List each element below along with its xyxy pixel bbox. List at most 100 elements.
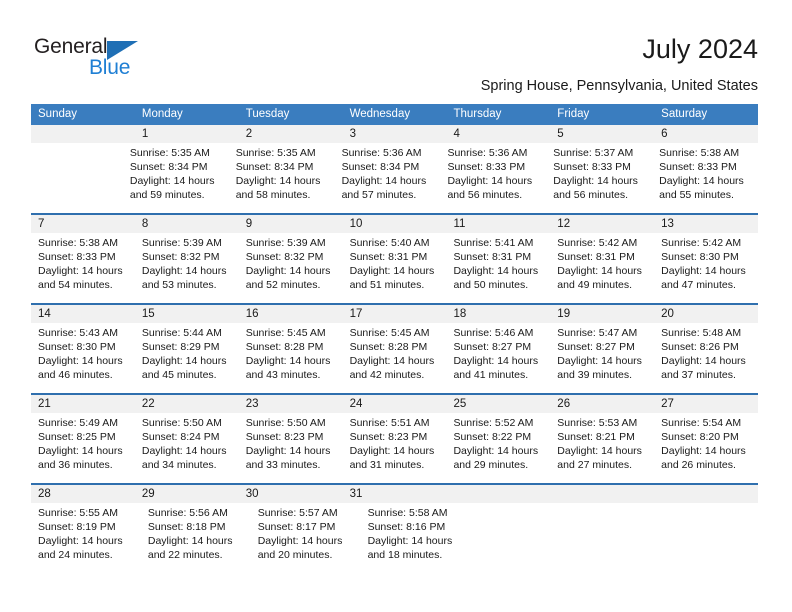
- week-daynumber-band: 14 15 16 17 18 19 20: [31, 305, 758, 323]
- day-cell[interactable]: Sunrise: 5:50 AM Sunset: 8:24 PM Daylight:…: [135, 413, 239, 483]
- day-number[interactable]: 12: [550, 215, 654, 233]
- day-number[interactable]: 10: [343, 215, 447, 233]
- day-sunset-text: Sunset: 8:26 PM: [661, 341, 739, 353]
- day-number[interactable]: 4: [446, 125, 550, 143]
- day-cell[interactable]: Sunrise: 5:39 AM Sunset: 8:32 PM Daylight:…: [135, 233, 239, 303]
- day-sunset-text: Sunset: 8:30 PM: [38, 341, 116, 353]
- weekday-header-tuesday: Tuesday: [245, 108, 290, 120]
- day-sunset-text: Sunset: 8:33 PM: [553, 161, 631, 173]
- day-cell[interactable]: Sunrise: 5:44 AM Sunset: 8:29 PM Daylight:…: [135, 323, 239, 393]
- day-daylight2-text: and 54 minutes.: [38, 279, 113, 291]
- day-sunset-text: Sunset: 8:22 PM: [453, 431, 532, 443]
- day-cell[interactable]: Sunrise: 5:38 AM Sunset: 8:33 PM Daylight:…: [652, 143, 758, 213]
- day-daylight2-text: and 55 minutes.: [659, 189, 734, 201]
- day-number[interactable]: 23: [239, 395, 343, 413]
- day-number[interactable]: 19: [550, 305, 654, 323]
- day-number[interactable]: 29: [135, 485, 239, 503]
- day-cell[interactable]: Sunrise: 5:53 AM Sunset: 8:21 PM Daylight:…: [550, 413, 654, 483]
- day-daylight1-text: Daylight: 14 hours: [453, 355, 539, 367]
- day-cell[interactable]: Sunrise: 5:42 AM Sunset: 8:31 PM Daylight:…: [550, 233, 654, 303]
- weekday-header-thursday: Thursday: [453, 108, 502, 120]
- day-sunrise-text: Sunrise: 5:36 AM: [447, 147, 528, 159]
- day-number[interactable]: 6: [654, 125, 758, 143]
- day-daylight1-text: Daylight: 14 hours: [557, 265, 642, 277]
- day-cell[interactable]: Sunrise: 5:45 AM Sunset: 8:28 PM Daylight:…: [343, 323, 447, 393]
- day-number[interactable]: 14: [31, 305, 135, 323]
- day-number[interactable]: 24: [343, 395, 447, 413]
- day-sunset-text: Sunset: 8:24 PM: [141, 431, 220, 443]
- day-cell[interactable]: Sunrise: 5:36 AM Sunset: 8:33 PM Daylight:…: [440, 143, 546, 213]
- day-cell[interactable]: Sunrise: 5:35 AM Sunset: 8:34 PM Daylight:…: [123, 143, 229, 213]
- day-sunset-text: Sunset: 8:34 PM: [235, 161, 314, 173]
- day-cell[interactable]: Sunrise: 5:57 AM Sunset: 8:17 PM Daylight:…: [251, 503, 361, 573]
- day-sunset-text: Sunset: 8:29 PM: [141, 341, 220, 353]
- day-number[interactable]: 30: [239, 485, 343, 503]
- day-sunset-text: Sunset: 8:31 PM: [349, 251, 428, 263]
- day-sunrise-text: Sunrise: 5:39 AM: [245, 237, 326, 249]
- day-cell-empty: [470, 503, 566, 573]
- day-cell[interactable]: Sunrise: 5:55 AM Sunset: 8:19 PM Daylight:…: [31, 503, 141, 573]
- day-cell[interactable]: Sunrise: 5:51 AM Sunset: 8:23 PM Daylight:…: [343, 413, 447, 483]
- day-number[interactable]: 25: [446, 395, 550, 413]
- day-number[interactable]: 8: [135, 215, 239, 233]
- day-number[interactable]: 17: [343, 305, 447, 323]
- day-cell[interactable]: Sunrise: 5:37 AM Sunset: 8:33 PM Daylight:…: [546, 143, 652, 213]
- day-cell[interactable]: Sunrise: 5:46 AM Sunset: 8:27 PM Daylight:…: [446, 323, 550, 393]
- day-cell[interactable]: Sunrise: 5:40 AM Sunset: 8:31 PM Daylight:…: [343, 233, 447, 303]
- day-number[interactable]: 27: [654, 395, 758, 413]
- day-sunset-text: Sunset: 8:21 PM: [557, 431, 635, 443]
- day-cell[interactable]: Sunrise: 5:56 AM Sunset: 8:18 PM Daylight:…: [141, 503, 251, 573]
- day-number[interactable]: 5: [550, 125, 654, 143]
- day-daylight2-text: and 53 minutes.: [141, 279, 217, 291]
- day-number[interactable]: 31: [343, 485, 447, 503]
- day-daylight1-text: Daylight: 14 hours: [453, 445, 539, 457]
- day-cell[interactable]: Sunrise: 5:38 AM Sunset: 8:33 PM Daylight:…: [31, 233, 135, 303]
- day-cell[interactable]: Sunrise: 5:54 AM Sunset: 8:20 PM Daylight:…: [654, 413, 758, 483]
- day-number[interactable]: 9: [239, 215, 343, 233]
- day-cell[interactable]: Sunrise: 5:48 AM Sunset: 8:26 PM Daylight:…: [654, 323, 758, 393]
- day-number[interactable]: 3: [343, 125, 447, 143]
- day-cell[interactable]: Sunrise: 5:41 AM Sunset: 8:31 PM Daylight:…: [446, 233, 550, 303]
- day-daylight2-text: and 34 minutes.: [141, 459, 217, 471]
- day-sunrise-text: Sunrise: 5:45 AM: [245, 327, 326, 339]
- day-daylight2-text: and 31 minutes.: [349, 459, 425, 471]
- day-cell[interactable]: Sunrise: 5:36 AM Sunset: 8:34 PM Daylight:…: [335, 143, 441, 213]
- day-cell[interactable]: Sunrise: 5:43 AM Sunset: 8:30 PM Daylight:…: [31, 323, 135, 393]
- day-daylight2-text: and 20 minutes.: [257, 549, 333, 561]
- day-sunrise-text: Sunrise: 5:36 AM: [341, 147, 422, 159]
- day-cell[interactable]: Sunrise: 5:42 AM Sunset: 8:30 PM Daylight:…: [654, 233, 758, 303]
- day-number[interactable]: 28: [31, 485, 135, 503]
- day-number[interactable]: 26: [550, 395, 654, 413]
- day-cell[interactable]: Sunrise: 5:39 AM Sunset: 8:32 PM Daylight:…: [239, 233, 343, 303]
- day-number[interactable]: 22: [135, 395, 239, 413]
- general-blue-logo[interactable]: General Blue: [34, 36, 174, 84]
- day-cell[interactable]: Sunrise: 5:35 AM Sunset: 8:34 PM Daylight:…: [229, 143, 335, 213]
- day-number[interactable]: 18: [446, 305, 550, 323]
- day-number[interactable]: 1: [135, 125, 239, 143]
- day-sunset-text: Sunset: 8:33 PM: [447, 161, 526, 173]
- day-sunrise-text: Sunrise: 5:47 AM: [557, 327, 638, 339]
- day-number[interactable]: 7: [31, 215, 135, 233]
- day-sunrise-text: Sunrise: 5:41 AM: [453, 237, 534, 249]
- day-number[interactable]: 13: [654, 215, 758, 233]
- calendar-weeks: 1 2 3 4 5 6 Sunrise: 5:35 AM Sunset: 8:34 PM Day…: [31, 125, 758, 573]
- day-sunrise-text: Sunrise: 5:56 AM: [147, 507, 228, 519]
- day-sunrise-text: Sunrise: 5:43 AM: [38, 327, 118, 339]
- day-number[interactable]: 20: [654, 305, 758, 323]
- day-cell[interactable]: Sunrise: 5:50 AM Sunset: 8:23 PM Daylight:…: [239, 413, 343, 483]
- day-daylight1-text: Daylight: 14 hours: [557, 355, 642, 367]
- day-sunrise-text: Sunrise: 5:52 AM: [453, 417, 534, 429]
- day-cell[interactable]: Sunrise: 5:49 AM Sunset: 8:25 PM Daylight:…: [31, 413, 135, 483]
- day-sunset-text: Sunset: 8:30 PM: [661, 251, 739, 263]
- day-number[interactable]: 15: [135, 305, 239, 323]
- day-cell[interactable]: Sunrise: 5:47 AM Sunset: 8:27 PM Daylight:…: [550, 323, 654, 393]
- day-number[interactable]: 16: [239, 305, 343, 323]
- day-daylight2-text: and 26 minutes.: [661, 459, 736, 471]
- day-number[interactable]: 2: [239, 125, 343, 143]
- day-cell[interactable]: Sunrise: 5:45 AM Sunset: 8:28 PM Daylight:…: [239, 323, 343, 393]
- day-number[interactable]: 11: [446, 215, 550, 233]
- day-cell[interactable]: Sunrise: 5:58 AM Sunset: 8:16 PM Daylight:…: [361, 503, 471, 573]
- day-cell[interactable]: Sunrise: 5:52 AM Sunset: 8:22 PM Daylight:…: [446, 413, 550, 483]
- day-number[interactable]: 21: [31, 395, 135, 413]
- day-daylight2-text: and 50 minutes.: [453, 279, 529, 291]
